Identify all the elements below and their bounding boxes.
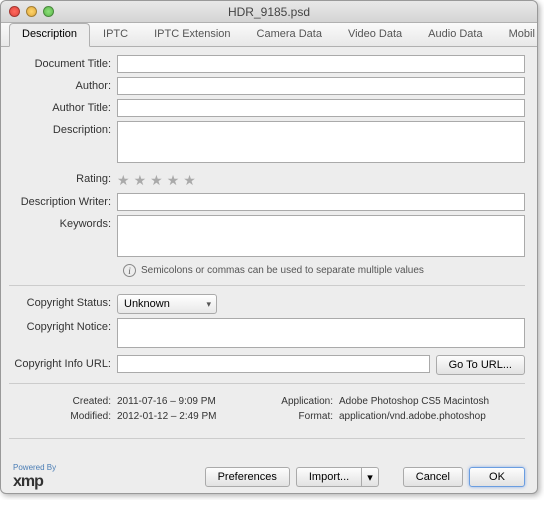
import-dropdown-icon[interactable]: ▾ bbox=[361, 467, 379, 487]
content-area: Document Title: Author: Author Title: De… bbox=[1, 47, 537, 455]
format-value: application/vnd.adobe.photoshop bbox=[339, 411, 486, 422]
tab-iptc-extension[interactable]: IPTC Extension bbox=[141, 23, 243, 46]
cancel-button[interactable]: Cancel bbox=[403, 467, 463, 487]
titlebar: HDR_9185.psd bbox=[1, 1, 537, 23]
copyright-notice-textarea[interactable] bbox=[117, 318, 525, 348]
import-split-button: Import... ▾ bbox=[296, 467, 379, 487]
created-value: 2011-07-16 – 9:09 PM bbox=[117, 396, 216, 407]
application-label: Application: bbox=[267, 396, 339, 407]
xmp-logo: xmp bbox=[13, 473, 43, 491]
modified-label: Modified: bbox=[9, 411, 117, 422]
star-icon[interactable]: ★ bbox=[183, 172, 196, 189]
author-title-input[interactable] bbox=[117, 99, 525, 117]
description-label: Description: bbox=[9, 121, 117, 136]
import-button[interactable]: Import... bbox=[296, 467, 361, 487]
tab-audio-data[interactable]: Audio Data bbox=[415, 23, 495, 46]
document-title-label: Document Title: bbox=[9, 55, 117, 70]
copyright-status-label: Copyright Status: bbox=[9, 294, 117, 309]
tab-iptc[interactable]: IPTC bbox=[90, 23, 141, 46]
powered-by-label: Powered By bbox=[13, 463, 56, 472]
rating-label: Rating: bbox=[9, 170, 117, 185]
author-title-label: Author Title: bbox=[9, 99, 117, 114]
author-input[interactable] bbox=[117, 77, 525, 95]
tab-bar: Description IPTC IPTC Extension Camera D… bbox=[1, 23, 537, 47]
format-label: Format: bbox=[267, 411, 339, 422]
preferences-button[interactable]: Preferences bbox=[205, 467, 290, 487]
description-textarea[interactable] bbox=[117, 121, 525, 163]
divider bbox=[9, 438, 525, 439]
description-writer-input[interactable] bbox=[117, 193, 525, 211]
copyright-status-select[interactable]: Unknown bbox=[117, 294, 217, 314]
xmp-logo-block: Powered By xmp bbox=[13, 463, 56, 491]
keywords-textarea[interactable] bbox=[117, 215, 525, 257]
author-label: Author: bbox=[9, 77, 117, 92]
star-icon[interactable]: ★ bbox=[167, 172, 180, 189]
copyright-notice-label: Copyright Notice: bbox=[9, 318, 117, 333]
copyright-status-value: Unknown bbox=[124, 298, 170, 310]
metadata-area: Created: 2011-07-16 – 9:09 PM Modified: … bbox=[9, 392, 525, 430]
keywords-hint: i Semicolons or commas can be used to se… bbox=[123, 264, 525, 277]
info-icon: i bbox=[123, 264, 136, 277]
tab-video-data[interactable]: Video Data bbox=[335, 23, 415, 46]
keywords-label: Keywords: bbox=[9, 215, 117, 230]
tab-description[interactable]: Description bbox=[9, 23, 90, 47]
divider bbox=[9, 383, 525, 384]
rating-stars: ★ ★ ★ ★ ★ bbox=[117, 170, 525, 189]
description-writer-label: Description Writer: bbox=[9, 193, 117, 208]
copyright-url-input[interactable] bbox=[117, 355, 430, 373]
hint-text: Semicolons or commas can be used to sepa… bbox=[141, 265, 424, 276]
application-value: Adobe Photoshop CS5 Macintosh bbox=[339, 396, 489, 407]
tab-mobile[interactable]: Mobil bbox=[496, 23, 544, 46]
created-label: Created: bbox=[9, 396, 117, 407]
tab-camera-data[interactable]: Camera Data bbox=[244, 23, 335, 46]
window-title: HDR_9185.psd bbox=[1, 5, 537, 19]
go-to-url-button[interactable]: Go To URL... bbox=[436, 355, 525, 375]
star-icon[interactable]: ★ bbox=[117, 172, 130, 189]
file-info-window: HDR_9185.psd Description IPTC IPTC Exten… bbox=[0, 0, 538, 494]
star-icon[interactable]: ★ bbox=[134, 172, 147, 189]
divider bbox=[9, 285, 525, 286]
footer: Powered By xmp Preferences Import... ▾ C… bbox=[1, 455, 537, 499]
document-title-input[interactable] bbox=[117, 55, 525, 73]
star-icon[interactable]: ★ bbox=[150, 172, 163, 189]
copyright-url-label: Copyright Info URL: bbox=[9, 355, 117, 370]
modified-value: 2012-01-12 – 2:49 PM bbox=[117, 411, 217, 422]
ok-button[interactable]: OK bbox=[469, 467, 525, 487]
